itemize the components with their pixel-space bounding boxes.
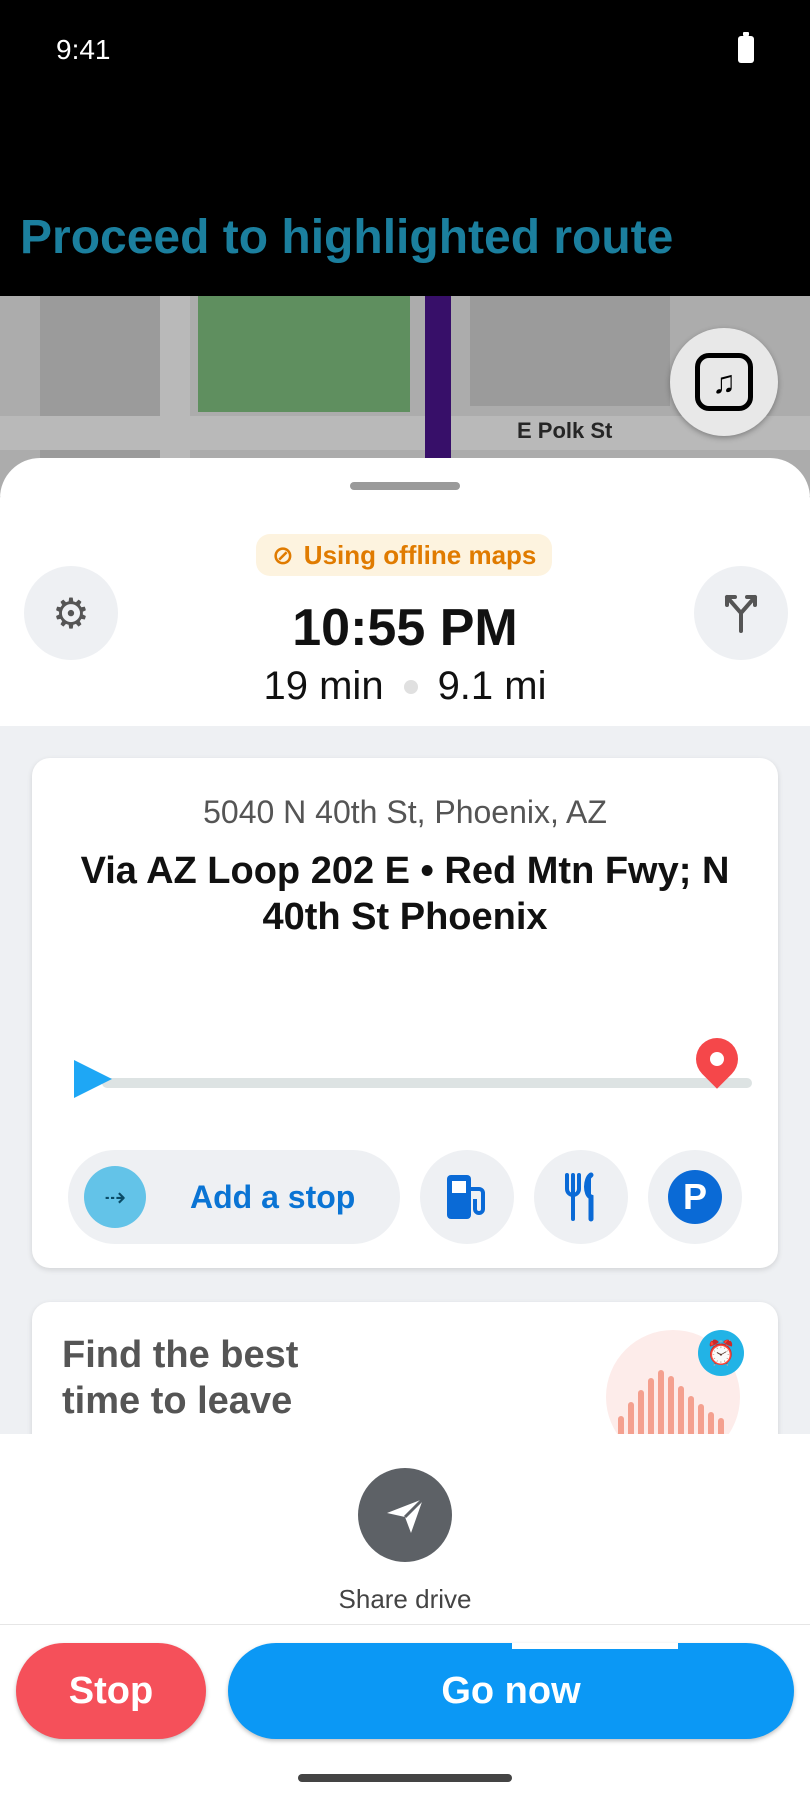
home-indicator[interactable] xyxy=(298,1774,512,1782)
battery-icon xyxy=(738,32,754,63)
route-sheet: ⊘ Using offline maps ⚙ 10:55 PM 19 min 9… xyxy=(0,458,810,1800)
parking-icon: P xyxy=(668,1170,722,1224)
add-stop-icon: ⇢ xyxy=(84,1166,146,1228)
arrival-time: 10:55 PM xyxy=(292,599,518,657)
sheet-handle[interactable] xyxy=(350,482,460,490)
share-drive-label: Share drive xyxy=(338,1584,472,1614)
gas-station-button[interactable] xyxy=(420,1150,514,1244)
stop-button[interactable]: Stop xyxy=(16,1643,206,1739)
go-now-label: Go now xyxy=(441,1669,581,1712)
offline-label: Using offline maps xyxy=(303,539,537,570)
go-now-button[interactable]: Go now xyxy=(228,1643,794,1739)
offline-maps-badge: ⊘ Using offline maps xyxy=(256,534,553,576)
go-countdown-bar xyxy=(512,1643,678,1649)
eta-details: 19 min 9.1 mi xyxy=(0,664,810,709)
parking-button[interactable]: P xyxy=(648,1150,742,1244)
instruction-banner: Proceed to highlighted route xyxy=(0,100,810,296)
music-icon: ♫ xyxy=(695,353,753,411)
instruction-text: Proceed to highlighted route xyxy=(20,211,674,264)
trip-distance: 9.1 mi xyxy=(437,664,547,708)
restaurant-icon xyxy=(565,1172,594,1222)
share-drive-button[interactable] xyxy=(358,1468,452,1562)
trip-duration: 19 min xyxy=(263,664,384,708)
add-stop-label: Add a stop xyxy=(190,1178,356,1215)
gas-station-icon xyxy=(447,1175,485,1219)
send-icon xyxy=(387,1497,425,1533)
route-card: 5040 N 40th St, Phoenix, AZ Via AZ Loop … xyxy=(32,758,778,1268)
route-via: Via AZ Loop 202 E • Red Mtn Fwy; N 40th … xyxy=(80,850,730,938)
destination-address: 5040 N 40th St, Phoenix, AZ xyxy=(203,794,607,830)
best-time-title: Find the best time to leave xyxy=(62,1334,299,1422)
offline-icon: ⊘ xyxy=(272,539,294,570)
start-marker-icon xyxy=(74,1060,112,1098)
music-button[interactable]: ♫ xyxy=(670,328,778,436)
separator-dot xyxy=(403,679,418,694)
status-bar: 9:41 xyxy=(0,0,810,100)
add-stop-button[interactable]: ⇢ Add a stop xyxy=(68,1150,400,1244)
share-panel: Share drive xyxy=(0,1434,810,1624)
alarm-icon: ⏰ xyxy=(698,1330,744,1376)
route-progress-track xyxy=(102,1078,752,1088)
restaurant-button[interactable] xyxy=(534,1150,628,1244)
status-time: 9:41 xyxy=(56,34,111,65)
